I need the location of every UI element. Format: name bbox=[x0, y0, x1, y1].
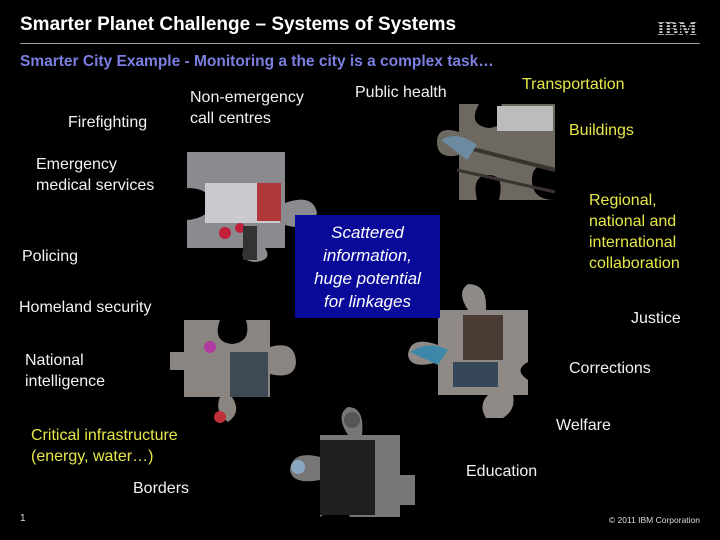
label-corrections: Corrections bbox=[569, 360, 651, 377]
label-national-intel: National intelligence bbox=[25, 352, 106, 390]
label-critical-infra: Critical infrastructure (energy, water…) bbox=[31, 427, 178, 465]
label-policing: Policing bbox=[22, 248, 79, 265]
label-public-health: Public health bbox=[355, 84, 447, 101]
label-justice: Justice bbox=[631, 310, 681, 327]
puzzle-piece-rescue-image bbox=[170, 320, 296, 423]
label-homeland: Homeland security bbox=[19, 299, 152, 316]
label-non-emergency: Non-emergency call centres bbox=[190, 89, 304, 127]
label-ems: Emergency medical services bbox=[36, 156, 155, 194]
callout-text: Scattered information, huge potential fo… bbox=[314, 222, 421, 311]
label-regional: Regional, national and international col… bbox=[589, 192, 680, 272]
center-callout-box: Scattered information, huge potential fo… bbox=[295, 215, 440, 318]
page-number: 1 bbox=[20, 513, 26, 524]
copyright: © 2011 IBM Corporation bbox=[608, 515, 700, 525]
header-divider bbox=[20, 43, 700, 44]
ibm-logo-icon: IBM bbox=[654, 18, 700, 38]
puzzle-piece-worker-image bbox=[290, 407, 415, 517]
label-borders: Borders bbox=[133, 480, 190, 497]
puzzle-piece-railway-image bbox=[437, 104, 556, 200]
label-firefighting: Firefighting bbox=[68, 114, 148, 131]
slide-title: Smarter Planet Challenge – Systems of Sy… bbox=[20, 14, 457, 35]
slide-subtitle: Smarter City Example - Monitoring a the … bbox=[20, 53, 494, 70]
label-welfare: Welfare bbox=[556, 417, 611, 434]
label-education: Education bbox=[466, 463, 538, 480]
label-transportation: Transportation bbox=[522, 76, 625, 93]
label-buildings: Buildings bbox=[569, 122, 634, 139]
